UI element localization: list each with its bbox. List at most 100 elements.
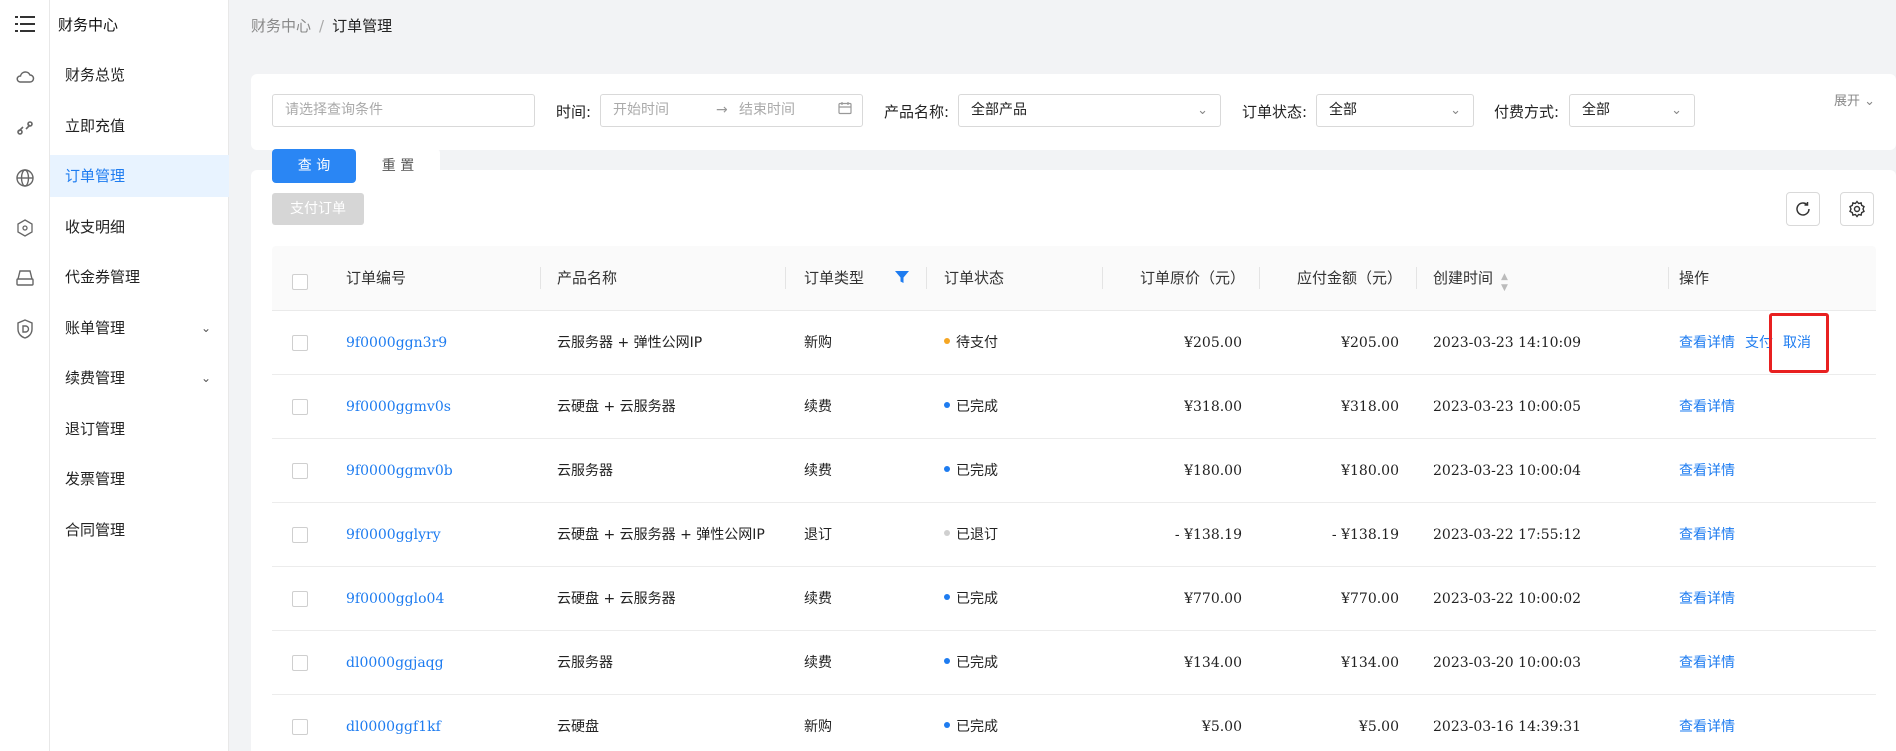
highlight-box xyxy=(1769,313,1829,373)
product-name: 云服务器 xyxy=(557,463,613,479)
sidebar-item-bills[interactable]: 账单管理 ⌄ xyxy=(50,307,229,349)
table-header: 订单编号 产品名称 订单类型 订单状态 订单原价（元） 应付金额（元） 创建时间… xyxy=(272,246,1876,311)
order-id-link[interactable]: 9f0000ggmv0s xyxy=(346,375,451,439)
settings-icon xyxy=(1849,200,1865,218)
arrow-right-icon: → xyxy=(716,102,728,118)
order-id-link[interactable]: 9f0000ggn3r9 xyxy=(346,311,447,375)
query-condition-input[interactable]: 请选择查询条件 xyxy=(272,94,535,127)
sidebar-item-unsubscribe[interactable]: 退订管理 xyxy=(50,408,229,450)
created-time: 2023-03-20 10:00:03 xyxy=(1433,655,1582,671)
order-type: 续费 xyxy=(804,591,832,607)
order-type: 新购 xyxy=(804,335,832,351)
original-price: - ¥138.19 xyxy=(1174,527,1242,543)
payable-amount: ¥180.00 xyxy=(1341,463,1399,479)
shield-icon[interactable] xyxy=(14,318,36,340)
select-all-checkbox[interactable] xyxy=(292,274,308,290)
col-order-type: 订单类型 xyxy=(804,269,865,287)
cloud-icon[interactable] xyxy=(14,67,36,89)
order-id-link[interactable]: 9f0000ggmv0b xyxy=(346,439,453,503)
payable-amount: ¥318.00 xyxy=(1341,399,1399,415)
status-dot xyxy=(944,658,950,664)
column-divider xyxy=(1259,267,1260,289)
action-link[interactable]: 查看详情 xyxy=(1679,399,1735,415)
action-link[interactable]: 查看详情 xyxy=(1679,527,1735,543)
sidebar-item-orders[interactable]: 订单管理 xyxy=(50,155,229,197)
pay-method-select-value: 全部 xyxy=(1582,102,1610,118)
product-label: 产品名称: xyxy=(884,103,950,121)
sidebar-item-renewal[interactable]: 续费管理 ⌄ xyxy=(50,357,229,399)
chevron-down-icon: ⌄ xyxy=(200,321,211,335)
row-checkbox[interactable] xyxy=(292,527,308,543)
order-status: 已完成 xyxy=(944,375,998,439)
col-product: 产品名称 xyxy=(557,269,618,287)
status-dot xyxy=(944,466,950,472)
row-actions: 查看详情 xyxy=(1679,439,1745,503)
chevron-down-icon: ⌄ xyxy=(1671,103,1682,118)
order-status: 已完成 xyxy=(944,695,998,751)
chevron-down-icon: ⌄ xyxy=(200,371,211,385)
table-row: dl0000ggf1kf 云硬盘 新购 已完成 ¥5.00 ¥5.00 2023-03-16… xyxy=(272,695,1876,751)
action-link[interactable]: 查看详情 xyxy=(1679,463,1735,479)
order-id-link[interactable]: 9f0000gglyry xyxy=(346,503,441,567)
link-icon[interactable] xyxy=(14,117,36,139)
payable-amount: ¥205.00 xyxy=(1341,335,1399,351)
storage-icon[interactable] xyxy=(14,267,36,289)
table-row: 9f0000ggmv0s 云硬盘 + 云服务器 续费 已完成 ¥318.00 ¥318.0… xyxy=(272,375,1876,439)
sidebar-item-transactions[interactable]: 收支明细 xyxy=(50,206,229,248)
row-checkbox[interactable] xyxy=(292,655,308,671)
network-icon[interactable] xyxy=(14,217,36,239)
row-checkbox[interactable] xyxy=(292,463,308,479)
query-button[interactable]: 查 询 xyxy=(272,149,356,183)
status-select-value: 全部 xyxy=(1329,102,1357,118)
sidebar-item-invoices[interactable]: 发票管理 xyxy=(50,458,229,500)
pay-method-select[interactable]: 全部 ⌄ xyxy=(1569,94,1695,127)
payable-amount: - ¥138.19 xyxy=(1331,527,1399,543)
order-status: 已退订 xyxy=(944,503,998,567)
sidebar: 财务中心 财务总览 立即充值 订单管理 收支明细 代金券管理 账单管理 ⌄ 续费管… xyxy=(50,0,229,751)
menu-icon[interactable] xyxy=(14,13,36,35)
row-checkbox[interactable] xyxy=(292,399,308,415)
refresh-button[interactable] xyxy=(1786,192,1820,226)
order-id-link[interactable]: dl0000ggf1kf xyxy=(346,695,441,751)
expand-filters-link[interactable]: 展开 ⌄ xyxy=(1834,90,1875,109)
breadcrumb-root[interactable]: 财务中心 xyxy=(251,17,311,35)
table-settings-button[interactable] xyxy=(1840,192,1874,226)
row-checkbox[interactable] xyxy=(292,591,308,607)
col-created-time[interactable]: 创建时间 xyxy=(1433,246,1493,311)
sort-icon[interactable]: ▲ ▼ xyxy=(1501,272,1508,294)
row-checkbox[interactable] xyxy=(292,335,308,351)
table-row: 9f0000ggmv0b 云服务器 续费 已完成 ¥180.00 ¥180.00 2023-… xyxy=(272,439,1876,503)
reset-button[interactable]: 重 置 xyxy=(356,149,440,183)
product-name: 云硬盘 + 云服务器 xyxy=(557,591,676,607)
action-link[interactable]: 查看详情 xyxy=(1679,655,1735,671)
created-time: 2023-03-22 10:00:02 xyxy=(1433,591,1582,607)
end-time-field[interactable]: 结束时间 xyxy=(739,95,795,126)
column-divider xyxy=(540,267,541,289)
sidebar-item-vouchers[interactable]: 代金券管理 xyxy=(50,256,229,298)
order-id-link[interactable]: 9f0000gglo04 xyxy=(346,567,444,631)
pay-orders-button[interactable]: 支付订单 xyxy=(272,193,364,225)
row-actions: 查看详情 xyxy=(1679,567,1745,631)
original-price: ¥770.00 xyxy=(1184,591,1242,607)
product-name: 云服务器 xyxy=(557,655,613,671)
action-link[interactable]: 查看详情 xyxy=(1679,591,1735,607)
start-time-field[interactable]: 开始时间 xyxy=(613,102,669,118)
col-order-status: 订单状态 xyxy=(944,269,1005,287)
product-select-value: 全部产品 xyxy=(971,102,1027,118)
sidebar-item-contracts[interactable]: 合同管理 xyxy=(50,509,229,551)
row-checkbox[interactable] xyxy=(292,719,308,735)
table-row: dl0000ggjaqg 云服务器 续费 已完成 ¥134.00 ¥134.00 2023-… xyxy=(272,631,1876,695)
action-link[interactable]: 查看详情 xyxy=(1679,335,1735,351)
sidebar-item-recharge[interactable]: 立即充值 xyxy=(50,105,229,147)
filter-icon[interactable] xyxy=(894,269,910,287)
calendar-icon xyxy=(838,96,852,127)
date-range-picker[interactable]: 开始时间 → 结束时间 xyxy=(600,94,863,127)
row-actions: 查看详情 xyxy=(1679,375,1745,439)
status-select[interactable]: 全部 ⌄ xyxy=(1316,94,1474,127)
breadcrumb-separator: / xyxy=(319,17,325,35)
action-link[interactable]: 查看详情 xyxy=(1679,719,1735,735)
sidebar-item-overview[interactable]: 财务总览 xyxy=(50,54,229,96)
product-select[interactable]: 全部产品 ⌄ xyxy=(958,94,1221,127)
globe-icon[interactable] xyxy=(14,167,36,189)
order-id-link[interactable]: dl0000ggjaqg xyxy=(346,631,444,695)
